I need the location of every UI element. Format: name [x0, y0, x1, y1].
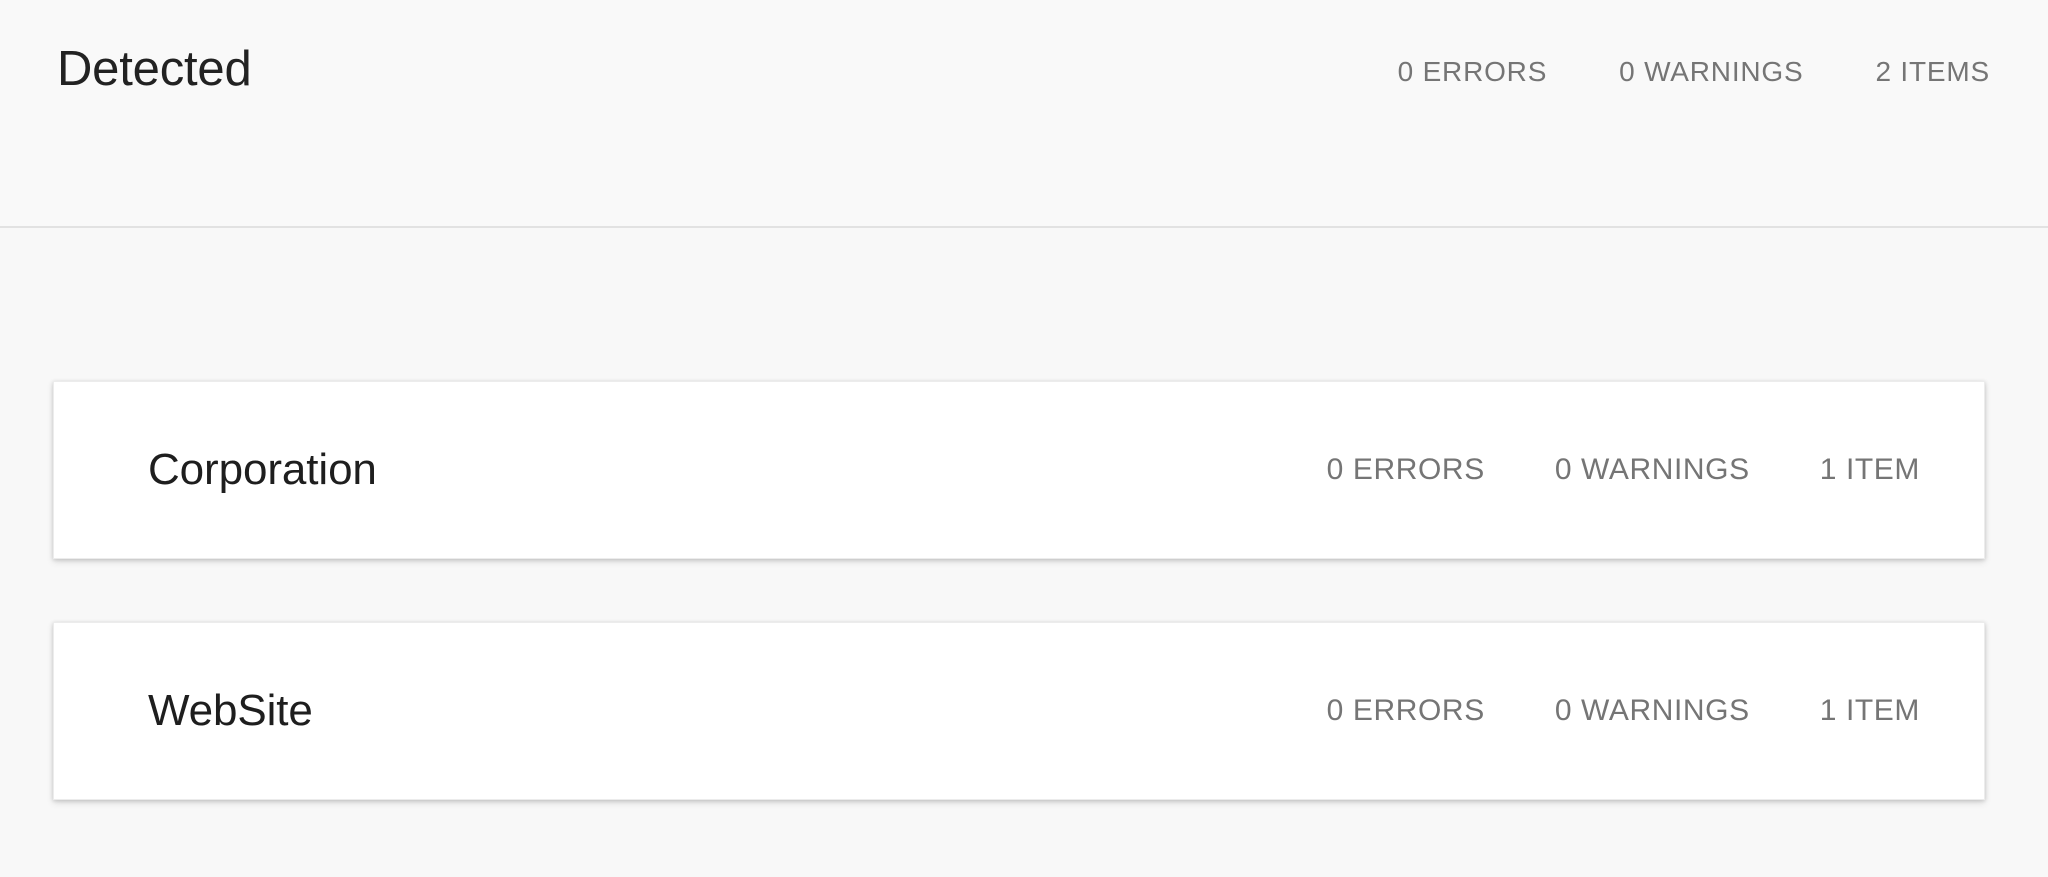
detected-item-card[interactable]: WebSite 0 ERRORS 0 WARNINGS 1 ITEM: [53, 622, 1985, 800]
detected-item-card[interactable]: Corporation 0 ERRORS 0 WARNINGS 1 ITEM: [53, 381, 1985, 559]
detected-item-stat-errors: 0 ERRORS: [1326, 694, 1485, 727]
detected-item-label: Corporation: [148, 445, 377, 494]
page-title: Detected: [57, 42, 252, 96]
detected-item-stat-warnings: 0 WARNINGS: [1554, 694, 1750, 727]
detected-item-stats: 0 ERRORS 0 WARNINGS 1 ITEM: [1327, 693, 1920, 729]
detected-items-list: Corporation 0 ERRORS 0 WARNINGS 1 ITEM W…: [53, 381, 1985, 800]
detected-item-label: WebSite: [148, 686, 313, 735]
detected-item-stat-items: 1 ITEM: [1819, 453, 1920, 486]
detected-item-stat-warnings: 0 WARNINGS: [1554, 453, 1750, 486]
detected-item-stats: 0 ERRORS 0 WARNINGS 1 ITEM: [1327, 452, 1920, 488]
header-summary-stats: 0 ERRORS 0 WARNINGS 2 ITEMS: [1398, 55, 1990, 89]
detected-item-stat-items: 1 ITEM: [1819, 694, 1920, 727]
header-stat-errors: 0 ERRORS: [1397, 56, 1548, 87]
detected-header: Detected 0 ERRORS 0 WARNINGS 2 ITEMS: [0, 0, 2048, 228]
header-stat-warnings: 0 WARNINGS: [1619, 56, 1804, 87]
detected-item-stat-errors: 0 ERRORS: [1326, 453, 1485, 486]
detected-results-page: Detected 0 ERRORS 0 WARNINGS 2 ITEMS Cor…: [0, 0, 2048, 877]
header-stat-items: 2 ITEMS: [1875, 56, 1990, 87]
